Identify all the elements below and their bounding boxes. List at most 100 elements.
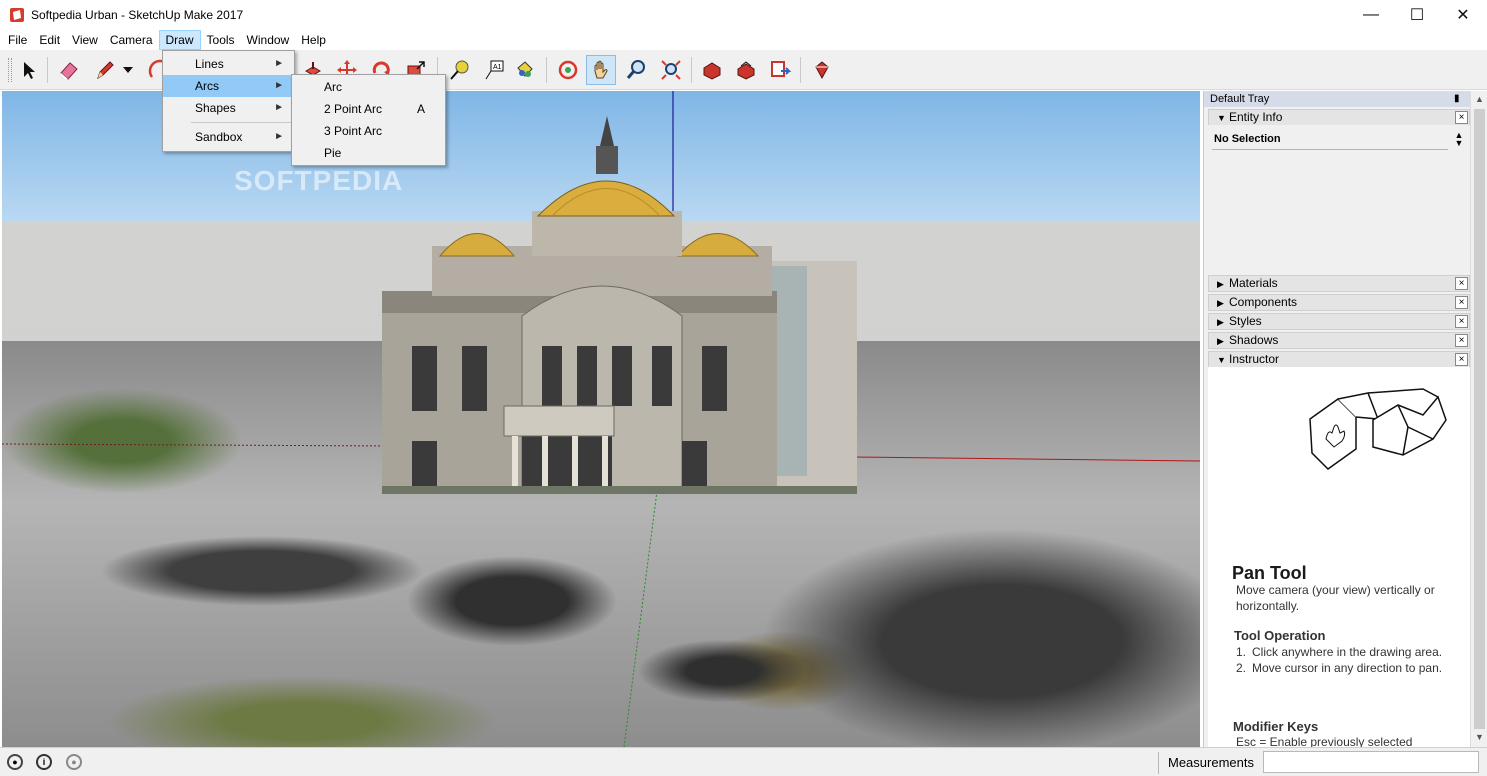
tool-operation-list: 1. Click anywhere in the drawing area. 2.… [1236,644,1446,676]
3d-warehouse-button[interactable] [697,55,727,85]
scroll-down-icon[interactable]: ▼ [1475,732,1484,742]
panel-close-icon[interactable]: × [1455,315,1468,328]
extension-icon [771,61,791,77]
measurements-input[interactable] [1263,751,1479,773]
panel-components[interactable]: ▶ Components × [1208,294,1470,311]
menu-camera[interactable]: Camera [104,30,159,50]
select-tool-button[interactable] [14,55,44,85]
instructor-content: Pan Tool Move camera (your view) vertica… [1208,367,1470,747]
orbit-tool-button[interactable] [553,55,583,85]
draw-menu-lines[interactable]: Lines ► [163,53,294,75]
window-title: Softpedia Urban - SketchUp Make 2017 [31,8,244,22]
eraser-icon [60,62,78,80]
list-item: 2. Move cursor in any direction to pan. [1236,660,1446,676]
submenu-arrow-icon: ► [274,131,284,142]
step-number: 1. [1236,645,1247,659]
menu-tools[interactable]: Tools [201,30,241,50]
eraser-tool-button[interactable] [54,55,84,85]
menu-draw[interactable]: Draw [158,30,201,50]
extension-warehouse-button[interactable] [765,55,795,85]
drawing-viewport[interactable]: SOFTPEDIA [2,91,1200,747]
arcs-menu-pie[interactable]: Pie [292,142,445,164]
menu-label: Pie [324,146,342,160]
close-icon: ✕ [1456,7,1470,24]
modifier-keys-text: Esc = Enable previously selected [1236,735,1413,747]
text-tool-button[interactable]: A1 [479,55,509,85]
zoom-tool-button[interactable] [621,55,651,85]
paint-bucket-icon [517,61,533,77]
selection-status: No Selection [1214,133,1281,145]
tool-operation-heading: Tool Operation [1234,628,1326,643]
panel-styles[interactable]: ▶ Styles × [1208,313,1470,330]
pan-icon [594,60,608,79]
warehouse-icon [703,62,721,80]
menu-label: Shapes [195,101,236,115]
dropdown-icon [123,67,133,73]
pencil-tool-button[interactable] [90,55,120,85]
collapsed-triangle-icon: ▶ [1217,279,1224,289]
menu-help[interactable]: Help [295,30,332,50]
sketchup-logo-icon [10,8,24,22]
menu-edit[interactable]: Edit [33,30,66,50]
collapsed-triangle-icon: ▶ [1217,298,1224,308]
menu-view[interactable]: View [66,30,104,50]
modifier-keys-heading: Modifier Keys [1233,719,1319,734]
pencil-icon [97,61,114,80]
panel-label: Instructor [1229,352,1280,366]
panel-close-icon[interactable]: × [1455,334,1468,347]
list-item: 1. Click anywhere in the drawing area. [1236,644,1446,660]
panel-instructor[interactable]: ▼ Instructor × [1208,351,1470,368]
scroll-thumb[interactable] [1474,109,1485,729]
arcs-menu-3-point-arc[interactable]: 3 Point Arc [292,120,445,142]
arcs-menu-2-point-arc[interactable]: 2 Point Arc A [292,98,445,120]
geo-location-icon[interactable]: ● [7,754,23,770]
paint-bucket-tool-button[interactable] [509,55,539,85]
maximize-button[interactable]: ☐ [1394,0,1440,30]
zoom-extents-icon [661,60,681,80]
tape-measure-tool-button[interactable] [444,55,474,85]
panel-shadows[interactable]: ▶ Shadows × [1208,332,1470,349]
pan-tool-button[interactable] [586,55,616,85]
pencil-dropdown-button[interactable] [118,55,138,85]
pin-icon[interactable]: ▮ [1454,91,1460,107]
pan-illustration-icon [1309,388,1447,470]
scroll-up-icon[interactable]: ▲ [1475,94,1484,104]
draw-menu-shapes[interactable]: Shapes ► [163,97,294,119]
collapsed-triangle-icon: ▶ [1217,336,1224,346]
draw-menu-sandbox[interactable]: Sandbox ► [163,126,294,148]
submenu-arrow-icon: ► [274,80,284,91]
panel-close-icon[interactable]: × [1455,296,1468,309]
minimize-button[interactable]: — [1348,0,1394,30]
panel-close-icon[interactable]: × [1455,353,1468,366]
arcs-submenu: Arc 2 Point Arc A 3 Point Arc Pie [291,74,446,166]
panel-close-icon[interactable]: × [1455,111,1468,124]
share-model-button[interactable] [731,55,761,85]
menu-window[interactable]: Window [241,30,296,50]
tray-scrollbar[interactable]: ▲ ▼ [1470,91,1487,747]
panel-entity-info[interactable]: ▼ Entity Info × [1208,109,1470,126]
panel-materials[interactable]: ▶ Materials × [1208,275,1470,292]
draw-menu-dropdown: Lines ► Arcs ► Shapes ► Sandbox ► [162,50,295,152]
minimize-icon: — [1363,6,1379,23]
user-account-icon[interactable]: ● [66,754,82,770]
zoom-icon [626,60,645,79]
arcs-menu-arc[interactable]: Arc [292,76,445,98]
tray-header: Default Tray ▮ x [1204,91,1487,107]
zoom-extents-tool-button[interactable] [656,55,686,85]
draw-menu-arcs[interactable]: Arcs ► [163,75,294,97]
menu-file[interactable]: File [2,30,33,50]
ruby-console-button[interactable] [807,55,837,85]
tape-measure-icon [450,60,469,80]
credits-icon[interactable]: i [36,754,52,770]
panel-close-icon[interactable]: × [1455,277,1468,290]
close-button[interactable]: ✕ [1440,0,1486,30]
panel-label: Entity Info [1229,110,1283,124]
orbit-icon [558,60,578,80]
menu-label: Arc [324,80,342,94]
panel-label: Components [1229,295,1298,309]
title-bar: Softpedia Urban - SketchUp Make 2017 — ☐… [0,0,1487,30]
toolbar-grip[interactable] [8,58,12,82]
menu-bar: File Edit View Camera Draw Tools Window … [0,30,1487,50]
step-number: 2. [1236,661,1247,675]
toggle-details-icon[interactable]: ▲ ▼ [1454,131,1464,148]
